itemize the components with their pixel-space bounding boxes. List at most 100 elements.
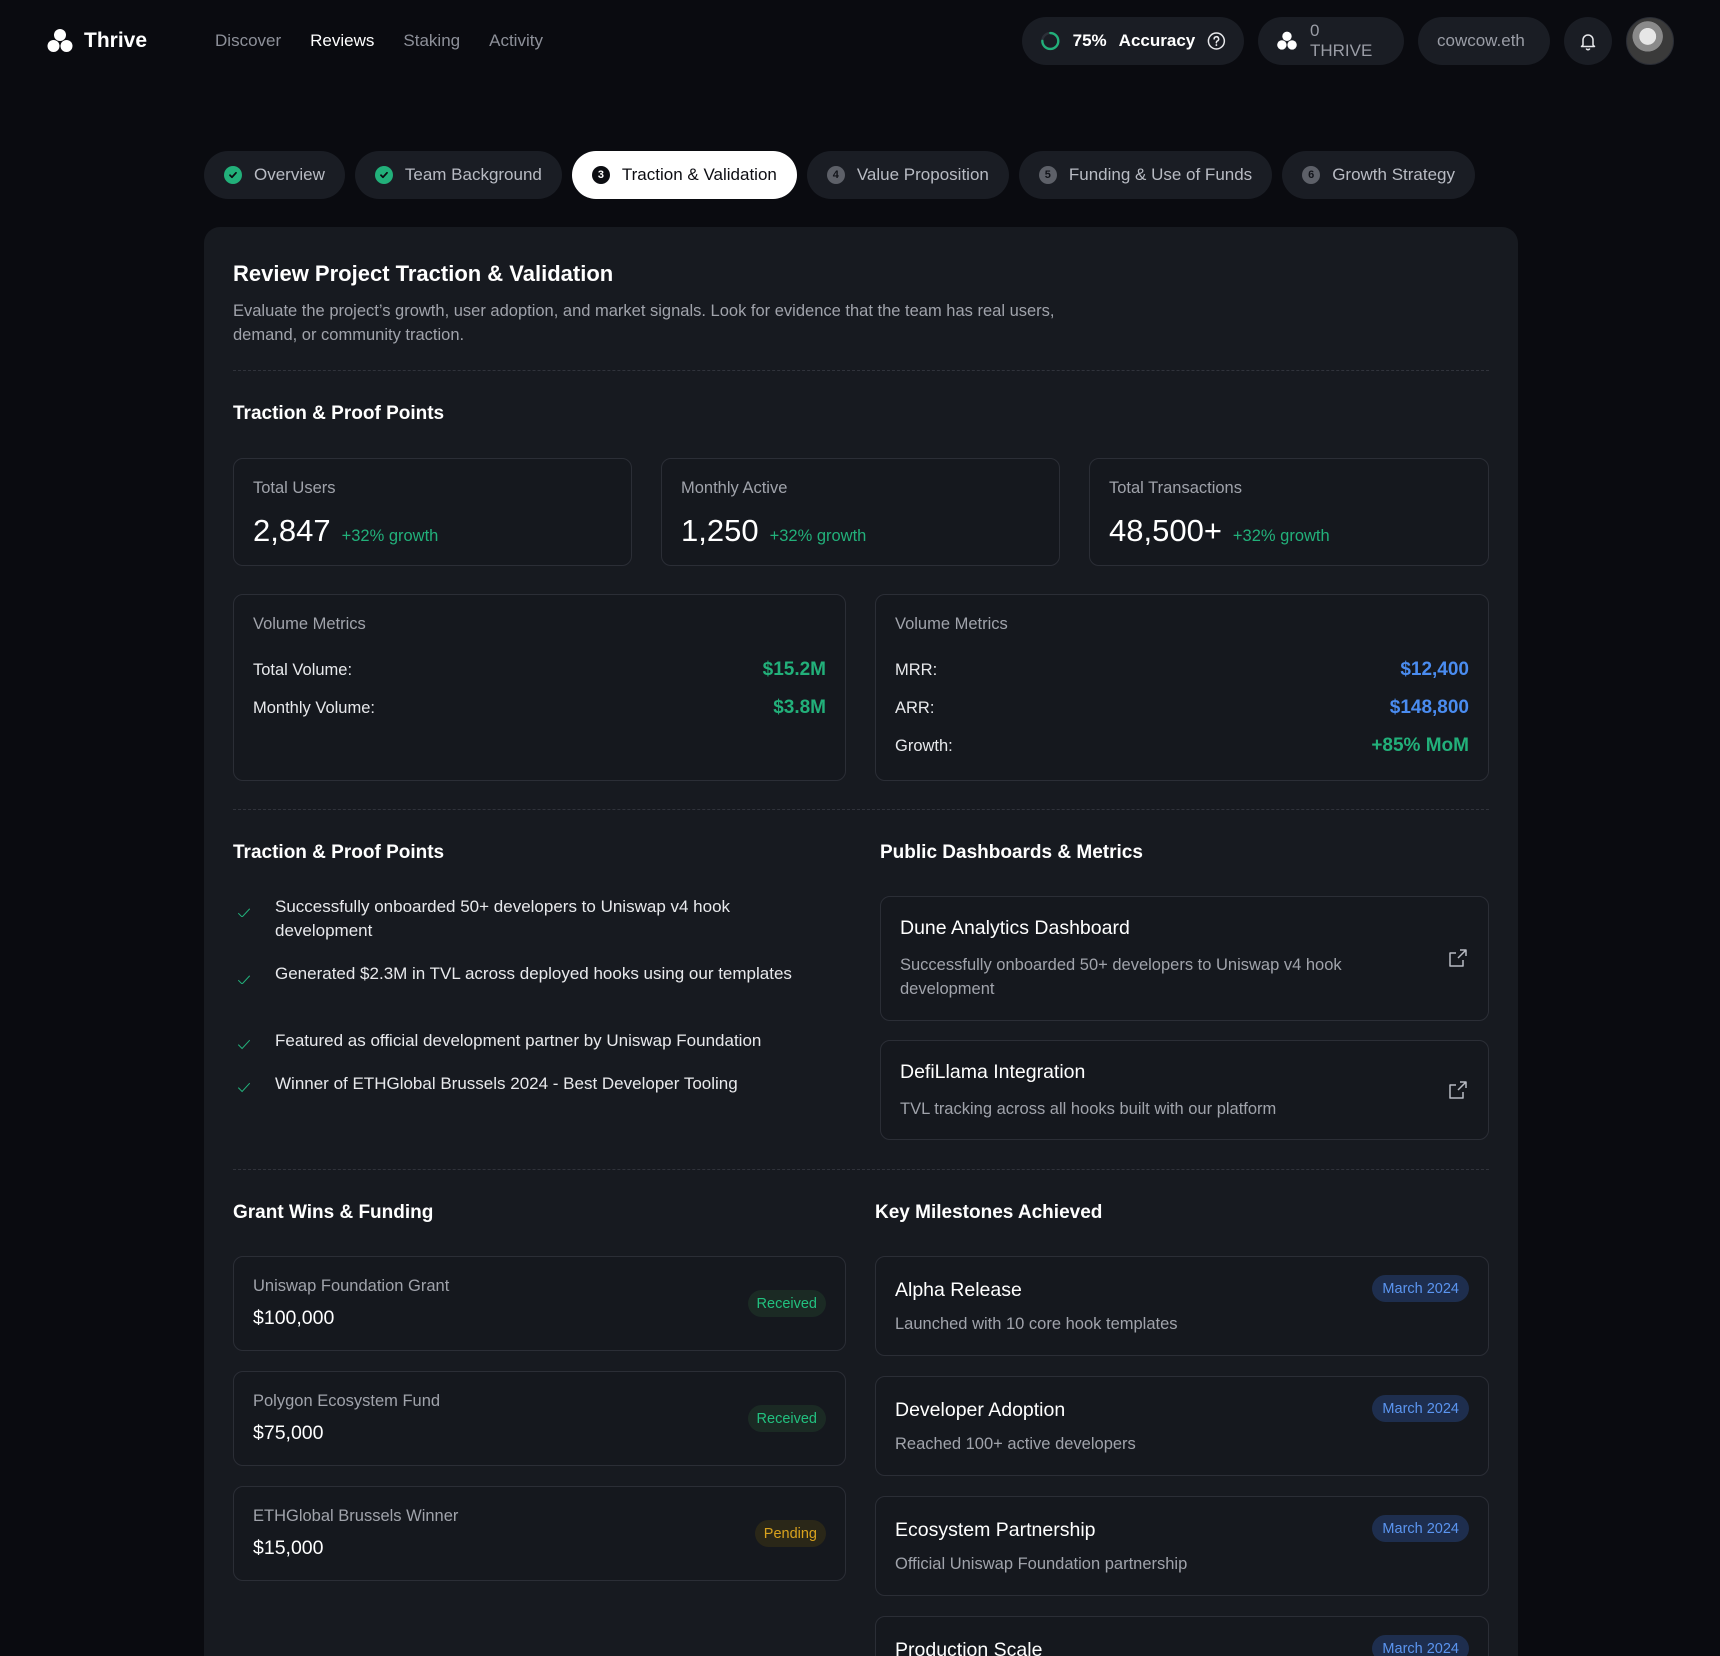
grant-name: ETHGlobal Brussels Winner (253, 1507, 459, 1525)
metric-value: +85% MoM (1371, 735, 1469, 756)
nav-link-activity[interactable]: Activity (489, 31, 543, 51)
milestone-title: Developer Adoption (895, 1399, 1066, 1421)
stat-value: 2,847 (253, 513, 331, 548)
date-badge: March 2024 (1372, 1515, 1469, 1542)
check-circle-icon (224, 166, 242, 184)
nav-link-discover[interactable]: Discover (215, 31, 281, 51)
accuracy-progress-icon (1041, 31, 1060, 51)
stat-value: 48,500+ (1109, 513, 1222, 548)
metric-label: Growth: (895, 736, 953, 755)
dashboard-title: Dune Analytics Dashboard (900, 917, 1130, 939)
stat-growth: +32% growth (1232, 527, 1330, 545)
step-label: Traction & Validation (621, 165, 777, 184)
grant-name: Uniswap Foundation Grant (253, 1277, 450, 1295)
check-icon (237, 1082, 251, 1093)
step-growth-strategy[interactable]: 6 Growth Strategy (1282, 151, 1476, 199)
milestone-card: Ecosystem Partnership Official Uniswap F… (875, 1496, 1489, 1596)
metric-row: Monthly Volume: $3.8M (253, 697, 826, 719)
status-badge: Received (747, 1290, 826, 1317)
metric-value: $148,800 (1389, 697, 1469, 718)
dashboard-link-defillama[interactable]: DefiLlama Integration TVL tracking acros… (880, 1040, 1489, 1140)
accuracy-percent: 75% (1072, 31, 1107, 50)
stat-label: Total Transactions (1109, 479, 1242, 497)
page-description: Evaluate the project’s growth, user adop… (233, 302, 1055, 344)
metric-row: MRR: $12,400 (895, 659, 1469, 681)
thrive-balance: 0 THRIVE (1309, 21, 1373, 60)
wallet-address: cowcow.eth (1437, 31, 1525, 50)
list-item: Featured as official development partner… (233, 1029, 793, 1053)
top-right-controls: 75% Accuracy 0 THRIVE cowcow.eth (1022, 17, 1674, 65)
metric-value: $15.2M (762, 659, 826, 680)
date-badge: March 2024 (1372, 1635, 1469, 1656)
metric-label: ARR: (895, 698, 935, 717)
grant-amount: $100,000 (253, 1307, 335, 1329)
accuracy-pill[interactable]: 75% Accuracy (1022, 17, 1244, 65)
step-number: 6 (1302, 166, 1321, 184)
grant-card: Uniswap Foundation Grant $100,000 Receiv… (233, 1256, 846, 1351)
list-item: Generated $2.3M in TVL across deployed h… (233, 962, 793, 986)
step-overview[interactable]: Overview (204, 151, 345, 199)
step-label: Value Proposition (856, 165, 989, 184)
proof-point-text: Generated $2.3M in TVL across deployed h… (275, 964, 792, 983)
metric-value: $3.8M (773, 697, 826, 718)
milestone-title: Alpha Release (895, 1279, 1022, 1301)
help-icon[interactable] (1207, 31, 1226, 51)
stat-card-monthly-active: Monthly Active 1,250 +32% growth (661, 458, 1060, 566)
check-icon (237, 1039, 251, 1050)
step-number: 4 (826, 166, 845, 184)
grant-card: ETHGlobal Brussels Winner $15,000 Pendin… (233, 1486, 846, 1581)
date-badge: March 2024 (1372, 1395, 1469, 1422)
step-label: Team Background (404, 165, 542, 184)
milestone-card: Alpha Release Launched with 10 core hook… (875, 1256, 1489, 1356)
step-funding-use-of-funds[interactable]: 5 Funding & Use of Funds (1018, 151, 1273, 199)
traction-review-card: Review Project Traction & Validation Eva… (204, 227, 1518, 1656)
card-title: Volume Metrics (895, 615, 1008, 633)
user-avatar[interactable] (1626, 17, 1674, 65)
stat-value: 1,250 (681, 513, 759, 548)
volume-metrics-card: Volume Metrics Total Volume: $15.2M Mont… (233, 594, 846, 781)
stat-value-row: 1,250 +32% growth (681, 513, 866, 549)
stat-value-row: 48,500+ +32% growth (1109, 513, 1330, 549)
page-title: Review Project Traction & Validation (233, 261, 614, 286)
stat-label: Monthly Active (681, 479, 788, 497)
metric-row: Growth: +85% MoM (895, 735, 1469, 757)
metric-value: $12,400 (1400, 659, 1469, 680)
stat-growth: +32% growth (769, 527, 867, 545)
step-traction-validation[interactable]: 3 Traction & Validation (571, 151, 797, 199)
grant-amount: $15,000 (253, 1537, 324, 1559)
dashboard-description: TVL tracking across all hooks built with… (900, 1100, 1277, 1118)
brand-name: Thrive (84, 29, 148, 52)
nav-link-reviews[interactable]: Reviews (310, 31, 374, 51)
check-circle-icon (374, 166, 393, 184)
top-navigation-bar: Thrive Discover Reviews Staking Activity… (0, 0, 1720, 82)
external-link-icon[interactable] (1448, 1080, 1468, 1100)
step-team-background[interactable]: Team Background (354, 151, 562, 199)
stat-card-total-users: Total Users 2,847 +32% growth (233, 458, 632, 566)
thrive-balance-pill[interactable]: 0 THRIVE (1258, 17, 1404, 65)
section-title-grants: Grant Wins & Funding (233, 1202, 434, 1223)
dashboard-link-dune[interactable]: Dune Analytics Dashboard Successfully on… (880, 896, 1489, 1021)
wallet-pill[interactable]: cowcow.eth (1418, 17, 1550, 65)
step-value-proposition[interactable]: 4 Value Proposition (806, 151, 1009, 199)
milestone-description: Official Uniswap Foundation partnership (895, 1555, 1188, 1573)
status-badge: Received (747, 1405, 826, 1432)
section-title-milestones: Key Milestones Achieved (875, 1202, 1103, 1223)
main-nav: Discover Reviews Staking Activity (215, 31, 543, 51)
milestone-card: Production Scale March 2024 (875, 1616, 1489, 1656)
nav-link-staking[interactable]: Staking (403, 31, 460, 51)
review-steps: Overview Team Background 3 Traction & Va… (204, 151, 1476, 199)
metric-label: MRR: (895, 660, 938, 679)
notifications-button[interactable] (1564, 17, 1612, 65)
step-number: 3 (591, 166, 610, 184)
stat-card-total-transactions: Total Transactions 48,500+ +32% growth (1089, 458, 1489, 566)
check-icon (237, 908, 251, 917)
metric-label: Monthly Volume: (253, 698, 375, 717)
divider (233, 1169, 1489, 1170)
proof-point-text: Winner of ETHGlobal Brussels 2024 - Best… (275, 1074, 738, 1093)
step-label: Growth Strategy (1332, 165, 1456, 184)
external-link-icon[interactable] (1448, 948, 1468, 968)
brand[interactable]: Thrive (46, 27, 147, 55)
status-badge: Pending (754, 1520, 826, 1547)
grant-amount: $75,000 (253, 1422, 324, 1444)
metric-row: Total Volume: $15.2M (253, 659, 826, 681)
